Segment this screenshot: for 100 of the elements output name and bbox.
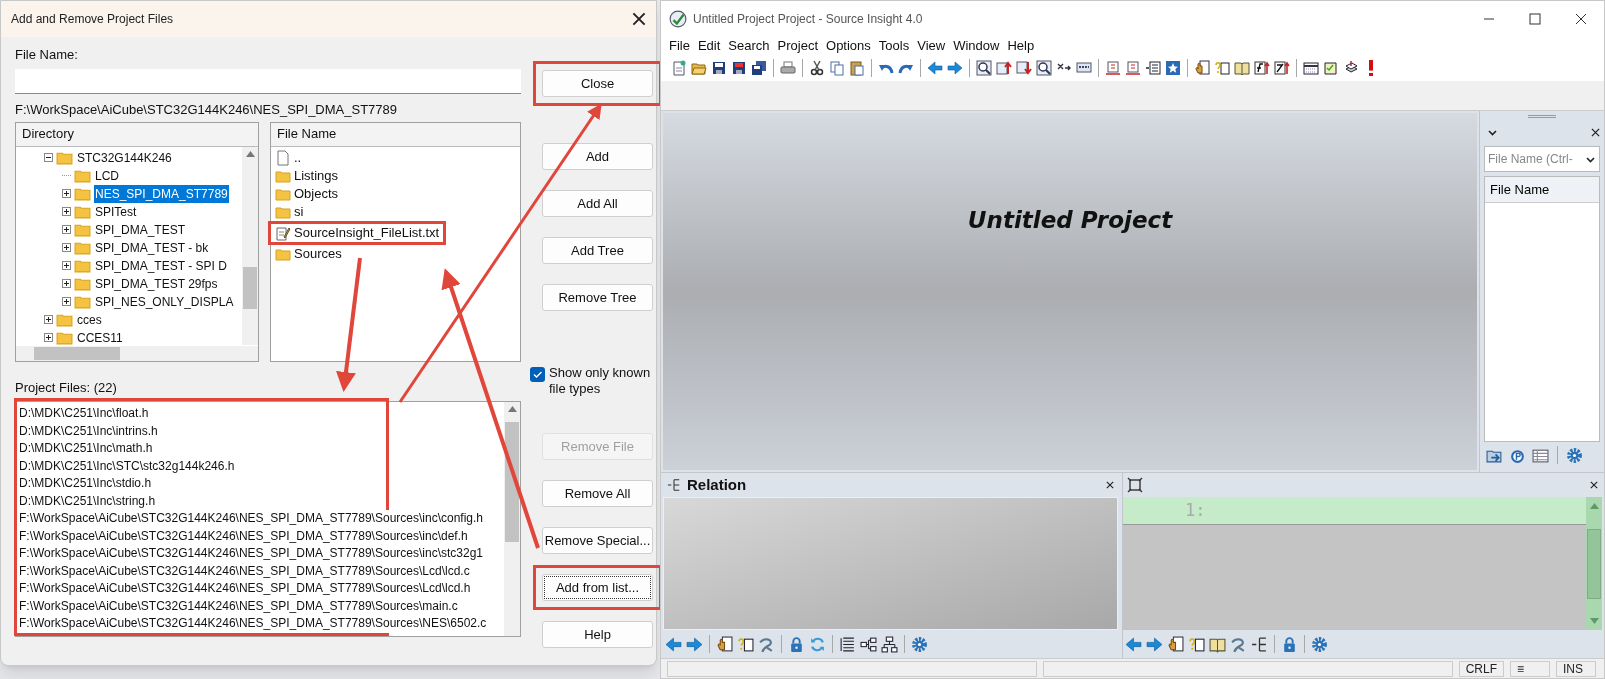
dialog-button[interactable]: Remove Special... <box>542 527 653 554</box>
menu-item[interactable]: Tools <box>874 36 914 56</box>
tree-diagram-icon <box>860 635 877 653</box>
tree-item[interactable]: CCES11 <box>76 328 124 346</box>
tree-item[interactable]: SPITest <box>94 202 138 221</box>
toolbar-button[interactable] <box>714 633 735 655</box>
close-icon[interactable] <box>1590 481 1598 489</box>
tree-item[interactable]: NES_SPI_DMA_ST7789 <box>94 184 229 203</box>
directory-entry[interactable]: .. <box>294 147 302 168</box>
star-icon <box>1165 60 1181 76</box>
exclamation-icon <box>1369 60 1373 76</box>
checkbox-label[interactable]: Show only known file types <box>549 365 660 397</box>
column-header[interactable]: Directory <box>16 122 258 147</box>
dialog-button[interactable]: Add from list... <box>542 574 653 601</box>
project-file-item[interactable]: F:\WorkSpace\AiCube\STC32G144K246\NES_SPI_DMA_ST7789\Sources\inc\config.h <box>19 510 483 528</box>
right-arrow-icon <box>686 635 703 653</box>
menu-item[interactable]: File <box>665 36 694 56</box>
checkbox[interactable] <box>530 367 545 382</box>
chevron-down-icon[interactable] <box>1586 154 1595 164</box>
magnifier-icon <box>1036 60 1052 76</box>
expand-icon[interactable] <box>44 315 53 324</box>
scroll-up-arrow-icon[interactable] <box>245 150 255 157</box>
toolbar-button[interactable] <box>1252 58 1272 78</box>
curved-arrow-icon <box>758 635 775 653</box>
expand-icon[interactable] <box>44 333 53 342</box>
project-file-item[interactable]: F:\WorkSpace\AiCube\STC32G144K246\NES_SPI_DMA_ST7789\Sources\Lcd\lcd.h <box>19 580 471 598</box>
new-page-icon <box>671 60 687 76</box>
list-label: Project Files: (22) <box>15 378 118 397</box>
project-file-item[interactable]: F:\WorkSpace\AiCube\STC32G144K246\NES_SPI_DMA_ST7789\Sources\NES\6502.c <box>19 615 487 633</box>
dialog-button[interactable]: Help <box>542 621 653 648</box>
tree-item[interactable]: SPI_DMA_TEST - SPI D <box>94 256 228 275</box>
dialog-button[interactable]: Add All <box>542 190 653 217</box>
floppy-disks-icon <box>751 60 767 76</box>
dialog-button[interactable]: Remove Tree <box>542 284 653 311</box>
menu-item[interactable]: Project <box>773 36 823 56</box>
menu-item[interactable]: Options <box>822 36 875 56</box>
tree-item[interactable]: SPI_DMA_TEST - bk <box>94 238 210 257</box>
directory-entry[interactable]: Listings <box>294 165 339 186</box>
close-icon[interactable] <box>1106 481 1114 489</box>
toolbar-button[interactable] <box>749 58 769 78</box>
menu-item[interactable]: Window <box>949 36 1004 56</box>
notepad-icon <box>275 224 291 241</box>
toolbar-button[interactable] <box>879 633 900 655</box>
expand-icon[interactable] <box>62 225 71 234</box>
expand-icon[interactable] <box>62 243 71 252</box>
dropdown-placeholder: File Name (Ctrl- <box>1488 151 1573 168</box>
hand-icon <box>1167 635 1184 653</box>
directory-entry[interactable]: Sources <box>294 243 342 264</box>
tree-item[interactable]: SPI_DMA_TEST <box>94 220 187 239</box>
expand-icon[interactable] <box>62 279 71 288</box>
status-field: ≡ <box>1510 660 1550 677</box>
menu-item[interactable]: Search <box>724 36 774 56</box>
directory-entry[interactable]: SourceInsight_FileList.txt <box>294 222 440 243</box>
menu-item[interactable]: Edit <box>693 36 725 56</box>
question-panel-icon <box>1188 635 1205 653</box>
dialog-button[interactable]: Add Tree <box>542 237 653 264</box>
dialog-button[interactable]: Close <box>542 70 653 97</box>
page-icon <box>275 149 291 166</box>
scrollbar[interactable] <box>16 345 258 361</box>
toolbar-button[interactable] <box>974 58 994 78</box>
file-name-field[interactable] <box>15 69 521 94</box>
panel-title: Relation <box>687 474 747 495</box>
collapse-icon[interactable] <box>44 153 53 162</box>
tree-item[interactable]: SPI_DMA_TEST 29fps <box>94 274 219 293</box>
directory-entry[interactable]: Objects <box>294 183 339 204</box>
scrollbar[interactable] <box>504 402 520 636</box>
expand-icon[interactable] <box>62 189 71 198</box>
scroll-up-arrow-icon[interactable] <box>507 406 517 412</box>
expand-icon[interactable] <box>62 261 71 270</box>
chevron-down-icon[interactable] <box>1488 127 1497 137</box>
tree-item[interactable]: SPI_NES_ONLY_DISPLA <box>94 292 235 311</box>
menu-item[interactable]: View <box>913 36 950 56</box>
checklist-icon <box>1323 60 1339 76</box>
project-file-item[interactable]: F:\WorkSpace\AiCube\STC32G144K246\NES_SPI_DMA_ST7789\Sources\inc\stc32g1 <box>19 545 483 563</box>
scrollbar[interactable] <box>242 146 258 345</box>
dialog-button[interactable]: Add <box>542 143 653 170</box>
expand-icon[interactable] <box>62 207 71 216</box>
panel-arrows-icon <box>1125 60 1141 76</box>
directory-entry[interactable]: si <box>294 201 304 222</box>
menu-item[interactable]: Help <box>1003 36 1039 56</box>
toolbar-button[interactable] <box>1272 58 1292 78</box>
column-header[interactable]: File Name <box>1485 177 1599 203</box>
file-search-dropdown[interactable]: File Name (Ctrl- <box>1484 146 1600 172</box>
page-up-arrow-icon <box>996 60 1012 76</box>
close-icon[interactable] <box>1591 127 1600 137</box>
tree-item[interactable]: cces <box>76 310 103 329</box>
toolbar-button[interactable] <box>1034 58 1054 78</box>
dialog-button[interactable]: Remove All <box>542 480 653 507</box>
toolbar-button[interactable] <box>1143 58 1163 78</box>
tree-item[interactable]: STC32G144K246 <box>76 148 173 167</box>
question-panel-icon <box>1214 60 1230 76</box>
project-title: Untitled Project <box>967 206 1173 235</box>
close-icon[interactable] <box>632 12 646 26</box>
tree-item[interactable]: LCD <box>94 166 120 185</box>
toolbar-button[interactable] <box>1165 633 1186 655</box>
symbol-icon <box>1274 60 1290 76</box>
column-header[interactable]: File Name <box>271 122 520 147</box>
scrollbar-thumb[interactable] <box>243 266 257 309</box>
expand-icon[interactable] <box>62 297 71 306</box>
clipboard-icon <box>849 60 865 76</box>
